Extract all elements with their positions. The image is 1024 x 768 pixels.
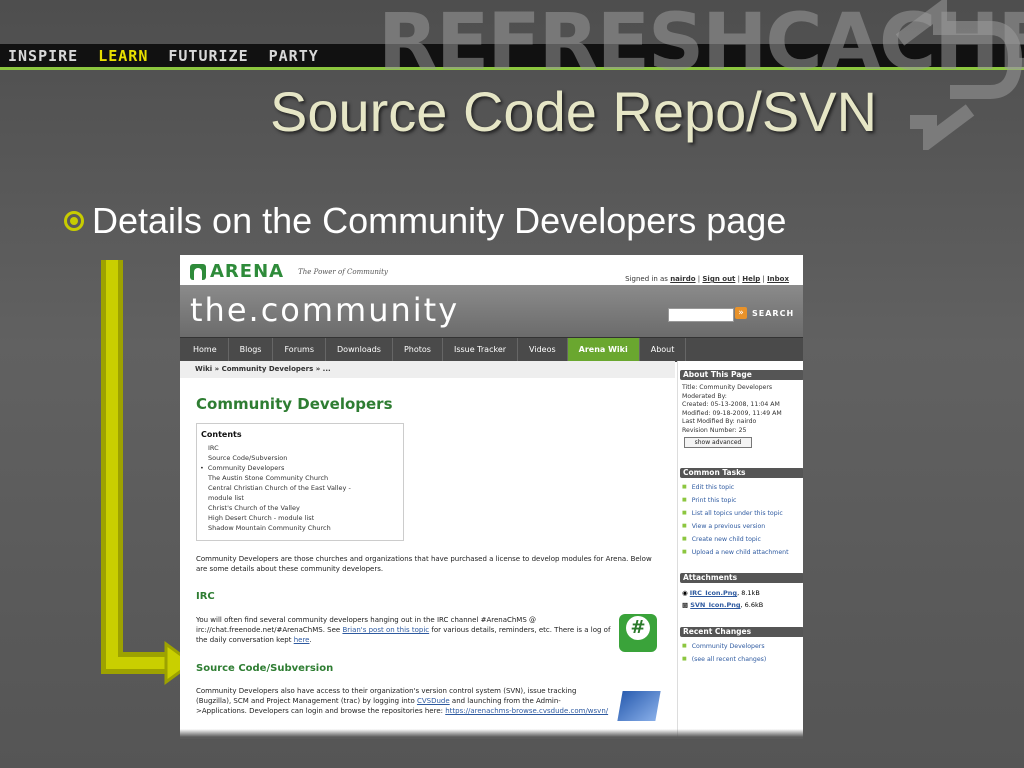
about-line: Revision Number: 25 <box>682 426 747 434</box>
arena-brand: ARENA <box>210 261 285 282</box>
svn-icon <box>617 691 661 721</box>
attachment-size: 6.6kB <box>744 601 764 609</box>
torn-edge <box>180 729 803 739</box>
common-tasks-list: Edit this topic Print this topic List al… <box>678 481 803 559</box>
common-tasks-header: Common Tasks <box>680 468 803 478</box>
inbox-link[interactable]: Inbox <box>767 275 789 283</box>
search-button[interactable]: SEARCH <box>752 309 794 318</box>
breadcrumb[interactable]: Wiki » Community Developers » ... <box>180 361 675 378</box>
attachment-size: 8.1kB <box>741 589 760 597</box>
task-link[interactable]: List all topics under this topic <box>682 507 803 520</box>
toc-item[interactable]: Shadow Mountain Community Church <box>208 523 403 533</box>
task-link[interactable]: Edit this topic <box>682 481 803 494</box>
attachment-item[interactable]: ◉ IRC_Icon.Png, 8.1kB <box>682 587 803 599</box>
main-menu: Home Blogs Forums Downloads Photos Issue… <box>180 337 803 362</box>
search-go-icon[interactable]: » <box>735 307 747 319</box>
about-line: Modified: 09-18-2009, 11:49 AM <box>682 409 782 417</box>
menu-home[interactable]: Home <box>182 338 229 362</box>
menu-forums[interactable]: Forums <box>273 338 327 362</box>
about-line: Last Modified By: nairdo <box>682 418 757 425</box>
nav-item-party[interactable]: PARTY <box>269 47 319 65</box>
about-line: Created: 05-13-2008, 11:04 AM <box>682 401 780 408</box>
wiki-sidebar: About This Page Title: Community Develop… <box>677 361 803 739</box>
irc-heading: IRC <box>196 591 215 602</box>
community-page-screenshot: ARENA The Power of Community Signed in a… <box>180 255 803 739</box>
attachment-name[interactable]: SVN_Icon.Png <box>690 601 740 609</box>
log-here-link[interactable]: here <box>294 636 310 644</box>
about-page-details: Title: Community Developers Moderated By… <box>682 384 803 435</box>
user-link[interactable]: nairdo <box>670 275 695 283</box>
refresh-arrow-icon <box>895 0 1023 150</box>
toc-item[interactable]: Central Christian Church of the East Val… <box>208 483 403 493</box>
menu-videos[interactable]: Videos <box>518 338 568 362</box>
help-link[interactable]: Help <box>742 275 760 283</box>
recent-change-link[interactable]: (see all recent changes) <box>682 653 803 666</box>
signed-in-info: Signed in as nairdo | Sign out | Help | … <box>625 275 789 283</box>
svn-heading: Source Code/Subversion <box>196 663 334 674</box>
page-title: Community Developers <box>196 395 393 413</box>
site-name: the.community <box>190 291 460 329</box>
menu-blogs[interactable]: Blogs <box>229 338 274 362</box>
menu-issue-tracker[interactable]: Issue Tracker <box>443 338 519 362</box>
show-advanced-button[interactable]: show advanced <box>684 437 752 448</box>
menu-about[interactable]: About <box>640 338 687 362</box>
sign-out-link[interactable]: Sign out <box>702 275 735 283</box>
toc-item[interactable]: High Desert Church - module list <box>208 513 403 523</box>
toc-item[interactable]: Source Code/Subversion <box>208 453 403 463</box>
toc-item[interactable]: IRC <box>208 443 403 453</box>
menu-photos[interactable]: Photos <box>393 338 443 362</box>
task-link[interactable]: Print this topic <box>682 494 803 507</box>
irc-hash-icon <box>619 614 657 652</box>
toc-item[interactable]: The Austin Stone Community Church <box>208 473 403 483</box>
attachments-header: Attachments <box>680 573 803 583</box>
attachment-name[interactable]: IRC_Icon.Png <box>690 589 737 597</box>
wiki-content: Wiki » Community Developers » ... Commun… <box>180 361 675 739</box>
task-link[interactable]: Create new child topic <box>682 533 803 546</box>
brians-post-link[interactable]: Brian's post on this topic <box>342 626 429 634</box>
attachment-item[interactable]: ▩ SVN_Icon.Png, 6.6kB <box>682 599 803 611</box>
contents-title: Contents <box>201 430 242 439</box>
intro-paragraph: Community Developers are those churches … <box>196 555 652 573</box>
site-banner: the.community » SEARCH <box>180 285 803 337</box>
about-page-header: About This Page <box>680 370 803 380</box>
arena-tagline: The Power of Community <box>298 267 388 276</box>
task-link[interactable]: View a previous version <box>682 520 803 533</box>
arena-logo-icon <box>190 263 206 280</box>
about-line: Moderated By: <box>682 392 727 400</box>
toc-item[interactable]: Christ's Church of the Valley <box>208 503 403 513</box>
recent-changes-list: Community Developers (see all recent cha… <box>678 640 803 666</box>
menu-downloads[interactable]: Downloads <box>326 338 393 362</box>
cvsdude-link[interactable]: CVSDude <box>417 697 450 705</box>
attachments-list: ◉ IRC_Icon.Png, 8.1kB ▩ SVN_Icon.Png, 6.… <box>682 587 803 611</box>
search-input[interactable] <box>668 308 734 322</box>
svn-paragraph: Community Developers also have access to… <box>196 686 611 716</box>
svn-url-link[interactable]: https://arenachms-browse.cvsdude.com/wsv… <box>445 707 608 715</box>
signed-in-label: Signed in as <box>625 275 668 283</box>
toc-item[interactable]: module list <box>208 493 403 503</box>
task-link[interactable]: Upload a new child attachment <box>682 546 803 559</box>
recent-change-link[interactable]: Community Developers <box>682 640 803 653</box>
toc-item[interactable]: Community Developers <box>208 463 403 473</box>
site-header: ARENA The Power of Community Signed in a… <box>180 255 803 285</box>
slide-title: Source Code Repo/SVN <box>270 80 878 143</box>
table-of-contents: Contents IRC Source Code/Subversion Comm… <box>196 423 404 541</box>
recent-changes-header: Recent Changes <box>680 627 803 637</box>
menu-arena-wiki[interactable]: Arena Wiki <box>567 338 640 362</box>
arena-logo[interactable]: ARENA The Power of Community <box>190 261 388 282</box>
bracket-arrow-icon <box>101 260 195 685</box>
about-line: Title: Community Developers <box>682 384 773 391</box>
irc-paragraph: You will often find several community de… <box>196 616 611 644</box>
